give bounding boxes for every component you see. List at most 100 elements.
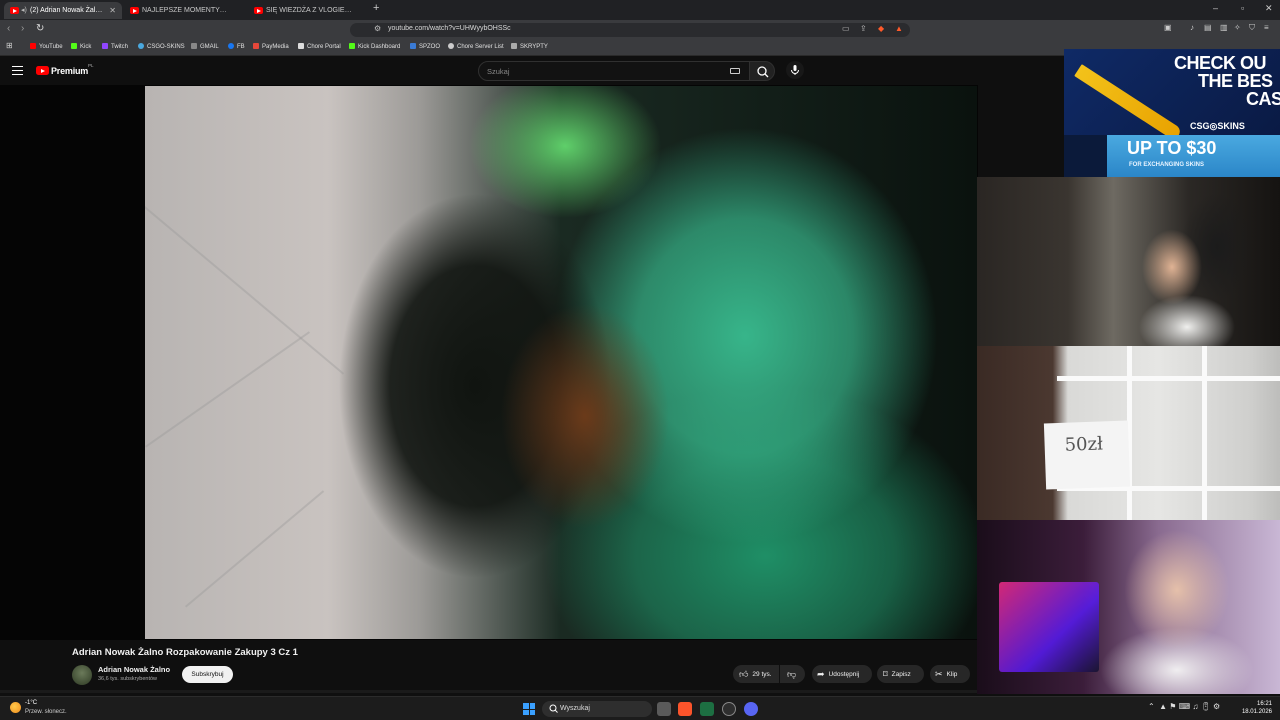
keyboard-icon[interactable] [730,68,740,74]
ad-brand: CSG◎SKINS [1190,121,1245,131]
youtube-logo-icon[interactable] [36,66,49,75]
bookmark-label: Twitch [111,44,129,50]
bookmark-label: Chore Server List [457,44,504,50]
discord-icon[interactable] [744,702,758,716]
share-icon[interactable]: ⇪ [860,24,867,33]
bookmark-label: GMAIL [200,44,219,50]
maximize-icon[interactable]: ▫ [1241,3,1244,13]
close-window-icon[interactable]: ✕ [1265,3,1273,14]
new-tab-icon[interactable]: + [373,2,379,14]
browser-tab-active[interactable]: ◂) (2) Adrian Nowak Żalno Rozp ✕ [4,2,122,19]
system-tray[interactable]: ⌃ ▲ ⚑ ⌨ ♫ 🔋︎ ⚙ [1148,702,1220,711]
thumbs-up-icon: 👍︎ [739,669,749,679]
search-button[interactable] [749,61,775,81]
close-tab-icon[interactable]: ✕ [109,2,116,19]
guide-menu-icon[interactable] [12,66,23,75]
channel-avatar[interactable] [72,665,92,685]
search-input[interactable]: Szukaj [478,61,750,81]
extensions-icon[interactable]: ✧ [1234,23,1241,32]
brave-rewards-icon[interactable]: ▲ [895,24,903,33]
bookmark-spzoo[interactable]: SPZOO [410,43,440,50]
dislike-button[interactable]: 👎︎ [780,665,805,683]
weather-icon[interactable] [10,702,21,713]
reading-list-icon[interactable]: ▤ [1204,23,1212,32]
search-placeholder: Szukaj [487,67,510,76]
clock[interactable]: 16:21 18.01.2026 [1240,700,1272,716]
webcam-bottom [977,520,1280,694]
excel-icon[interactable] [700,702,714,716]
floor-tile-line [185,490,325,608]
sidebar-icon[interactable]: ▣ [1164,23,1172,32]
browser-tab[interactable]: NAJLEPSZE MOMENTY POLSKIEGO T [124,2,246,19]
back-icon[interactable]: ‹ [7,23,10,34]
address-bar[interactable]: ⚙ youtube.com/watch?v=UHWyybOHSSc ▭ ⇪ ◆ … [350,23,910,37]
taskbar-search[interactable]: Wyszukaj [542,701,652,717]
rgb-pc [999,582,1099,672]
sign-text: 50zł [1064,433,1104,456]
forward-icon[interactable]: › [21,23,24,34]
bookmark-kick-dashboard[interactable]: Kick Dashboard [349,43,400,50]
tab-title: (2) Adrian Nowak Żalno Rozp [30,7,122,14]
reload-icon[interactable]: ↻ [36,23,44,34]
save-label: Zapisz [891,671,911,678]
bookmark-csgo-skins[interactable]: CSGO-SKINS [138,43,185,50]
shelf-divider [1202,346,1207,520]
microphone-icon [791,65,799,75]
bookmark-chore-server-list[interactable]: Chore Server List [448,43,504,50]
csgo-skins-ad[interactable]: CHECK OU THE BES CASE CSG◎SKINS UP TO $3… [1064,49,1280,177]
thumbs-down-icon: 👎︎ [787,669,797,679]
bookmark-label: YouTube [39,44,63,50]
menu-icon[interactable]: ≡ [1264,23,1269,32]
bookmark-label: FB [237,44,245,50]
subscribe-button[interactable]: Subskrybuj [182,666,233,683]
bookmark-twitch[interactable]: Twitch [102,43,128,50]
temperature: -1°C [25,700,38,706]
ad-headline: CASE [1246,89,1280,109]
clip-label: Klip [946,671,958,678]
site-info-icon[interactable]: ⚙ [374,24,381,33]
media-icon[interactable]: ♪ [1190,23,1194,32]
scissors-icon: ✂ [935,669,943,679]
bookmark-gmail[interactable]: GMAIL [191,43,219,50]
bookmark-fb[interactable]: FB [228,43,245,50]
bookmark-save-icon: ⌑ [883,669,888,679]
weather-condition: Przew. słonecz. [25,709,67,715]
bookmark-youtube[interactable]: YouTube [30,43,63,50]
browser-toolbar: ‹ › ↻ ⌑ ⚙ youtube.com/watch?v=UHWyybOHSS… [0,20,1280,40]
like-button[interactable]: 👍︎ 29 tys. [733,665,779,683]
task-view-icon[interactable] [657,702,671,716]
bookmark-label: SPZOO [419,44,441,50]
taskbar-search-placeholder: Wyszukaj [560,705,590,712]
channel-name[interactable]: Adrian Nowak Żalno [98,665,170,674]
brave-shield-icon[interactable]: ◆ [878,24,884,33]
progress-bar[interactable] [0,690,978,693]
youtube-premium-label: Premium [51,66,89,76]
subscriber-count: 36,6 tys. subskrybentów [98,676,158,682]
apps-grid-icon[interactable]: ⊞ [6,41,13,50]
audio-playing-icon: ◂) [21,7,27,14]
cast-icon[interactable]: ▭ [842,24,850,33]
voice-search-button[interactable] [786,61,804,79]
youtube-favicon-icon [254,7,263,14]
ad-offer-panel: UP TO $30 FOR EXCHANGING SKINS [1107,135,1280,177]
share-button[interactable]: ➦ Udostępnij [812,665,872,683]
bookmark-kick[interactable]: Kick [71,43,91,50]
bookmark-chore-portal[interactable]: Chore Portal [298,43,341,50]
clip-button[interactable]: ✂ Klip [930,665,970,683]
minimize-icon[interactable]: – [1213,3,1218,13]
bookmark-paymedia[interactable]: PayMedia [253,43,289,50]
wallet-icon[interactable]: ▥ [1220,23,1228,32]
vpn-icon[interactable]: ⛉ [1249,23,1255,33]
floor-tile-line [145,206,345,375]
save-button[interactable]: ⌑ Zapisz [877,665,924,683]
webcam-middle: 50zł [977,346,1280,520]
video-player[interactable] [145,86,977,639]
browser-tab[interactable]: SIĘ WIEZDŻA Z VLOGIEM - YouTube [248,2,370,19]
windows-start-icon[interactable] [523,703,535,715]
brave-browser-icon[interactable] [678,702,692,716]
app-icon[interactable] [722,702,736,716]
youtube-header: Premium PL Szukaj [0,57,1064,85]
youtube-favicon-icon [130,7,139,14]
shelf [1057,376,1280,381]
bookmark-skrypty[interactable]: SKRYPTY [511,43,548,50]
